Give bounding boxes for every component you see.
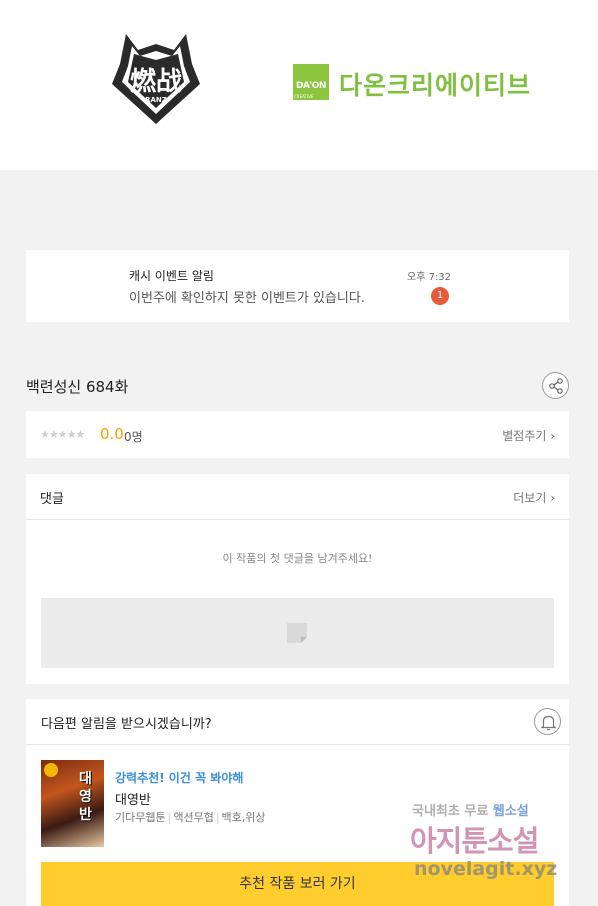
notification-message: 이번주에 확인하지 못한 이벤트가 있습니다. — [129, 291, 365, 306]
recommended-authors: 백호,위상 — [221, 811, 266, 824]
watermark-url: novelagit.xyz — [414, 858, 558, 880]
share-button[interactable] — [542, 372, 569, 399]
daon-logo-wordmark: 다온크리에이티브 — [339, 71, 532, 100]
ranz-logo-subtext: RANZ — [145, 96, 167, 104]
rating-stars: ★★★★★ — [40, 428, 85, 441]
notification-count-badge: 1 — [431, 287, 449, 305]
watermark-tagline-highlight: 웹소설 — [492, 804, 529, 819]
ranz-logo: 燃战 RANZ — [108, 30, 204, 128]
watermark-tagline-text: 국내최초 무료 — [412, 804, 493, 819]
bell-icon — [540, 715, 557, 731]
daon-logo-mark: DA'ON CREATIVE — [293, 64, 329, 100]
recommendation-tag: 강력추천! 이건 꼭 봐야해 — [115, 771, 244, 785]
comments-section: 댓글 더보기 › 이 작품의 첫 댓글을 남겨주세요! — [26, 474, 569, 684]
comments-header: 댓글 더보기 › — [26, 474, 569, 520]
notification-title: 캐시 이벤트 알림 — [129, 269, 214, 283]
episode-title: 백련성신 684화 — [26, 378, 129, 396]
daon-logo-mark-text: DA'ON — [296, 81, 326, 91]
rating-score: 0.0 — [100, 425, 124, 443]
thumbnail-title-art: 대영반 — [79, 771, 92, 823]
site-watermark: 국내최초 무료 웹소설 아지툰소설 novelagit.xyz — [410, 800, 590, 890]
recommended-title[interactable]: 대영반 — [115, 789, 151, 808]
notify-bell-button[interactable] — [534, 708, 561, 735]
comments-title: 댓글 — [40, 492, 64, 507]
notification-time: 오후 7:32 — [407, 272, 452, 283]
comments-more-link[interactable]: 더보기 › — [513, 489, 555, 506]
watermark-site-name: 아지툰소설 — [410, 824, 539, 858]
next-episode-question: 다음편 알림을 받으시겠습니까? — [41, 717, 212, 732]
recommended-meta: 기다무웹툰 | 액션무협 | 백호,위상 — [115, 811, 266, 824]
wait-free-clock-icon — [44, 763, 58, 777]
rate-button[interactable]: 별점주기 › — [502, 427, 555, 444]
publisher-banner: 燃战 RANZ DA'ON CREATIVE 다온크리에이티브 — [0, 0, 598, 170]
share-icon — [549, 378, 563, 394]
daon-logo-mark-subtext: CREATIVE — [294, 94, 314, 99]
ranz-logo-text: 燃战 — [130, 67, 182, 97]
recommended-thumbnail[interactable]: 대영반 — [41, 760, 104, 847]
next-episode-header: 다음편 알림을 받으시겠습니까? — [26, 699, 569, 745]
comment-input-box[interactable] — [41, 598, 554, 668]
comments-empty-message: 이 작품의 첫 댓글을 남겨주세요! — [222, 552, 373, 565]
cash-event-notification[interactable]: 캐시 이벤트 알림 이번주에 확인하지 못한 이벤트가 있습니다. 오후 7:3… — [26, 250, 569, 322]
rating-count: 0명 — [124, 430, 143, 444]
daon-creative-logo: DA'ON CREATIVE 다온크리에이티브 — [293, 64, 543, 102]
recommended-genre: 액션무협 — [173, 811, 214, 824]
recommended-category: 기다무웹툰 — [115, 811, 166, 824]
watermark-tagline: 국내최초 무료 웹소설 — [412, 800, 529, 819]
comment-placeholder-icon — [287, 623, 307, 643]
rating-card: ★★★★★ 0.0 0명 별점주기 › — [26, 411, 569, 458]
